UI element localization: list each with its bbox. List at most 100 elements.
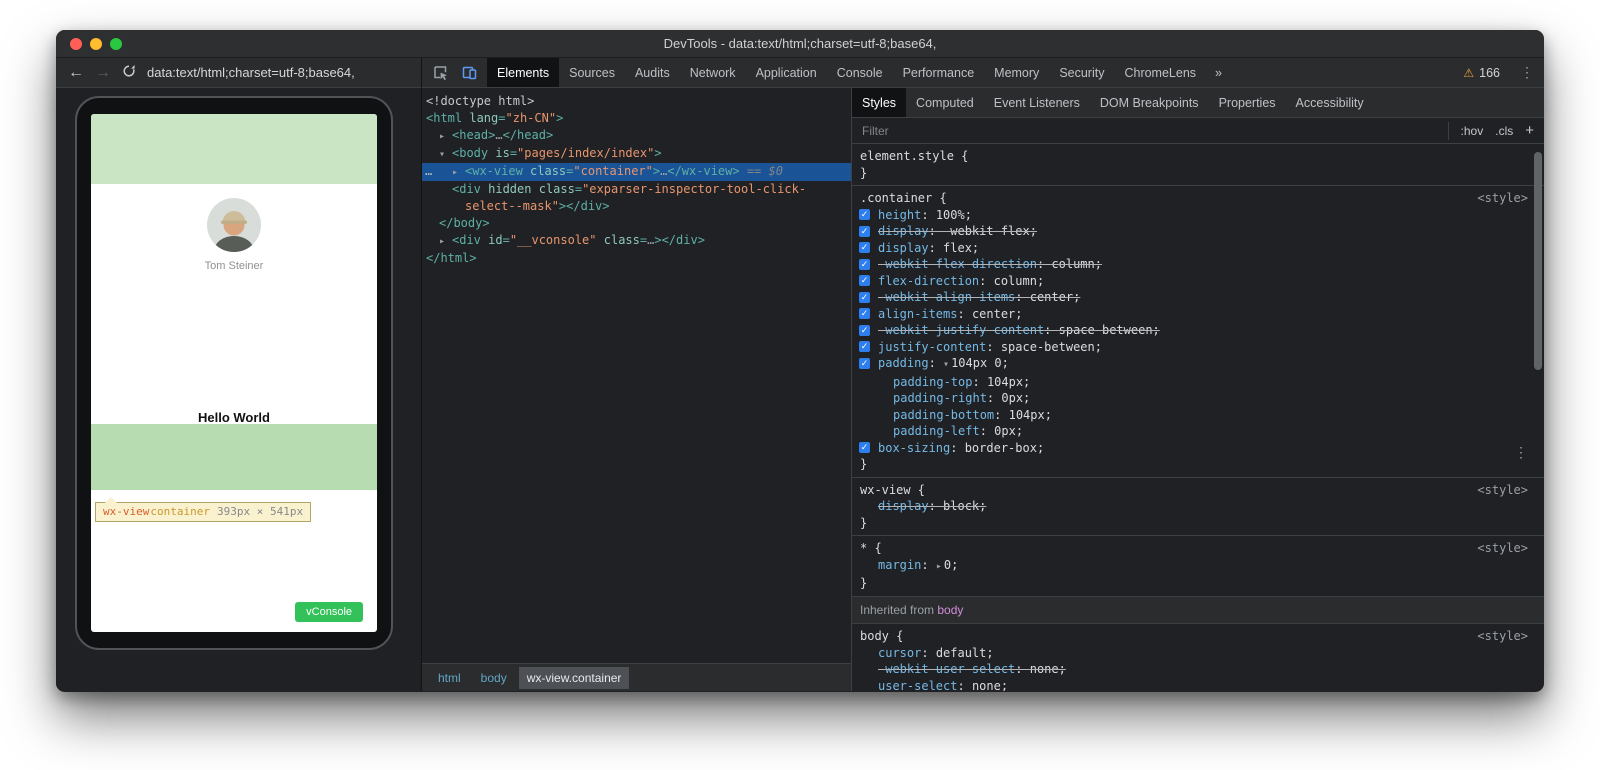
sidebar-tab-event-listeners[interactable]: Event Listeners [984,88,1090,117]
css-property[interactable]: ✓-webkit-justify-content: space-between; [852,322,1544,339]
tab-security[interactable]: Security [1049,58,1114,87]
css-property[interactable]: ✓height: 100%; [852,207,1544,224]
dom-tree-row[interactable]: ▸<div id="__vconsole" class=…></div> [422,232,851,250]
expander-closed-icon[interactable]: ▸ [439,128,452,145]
reload-icon[interactable] [122,64,136,82]
kebab-menu-icon[interactable]: ⋮ [1510,58,1544,87]
close-button[interactable] [70,38,82,50]
vconsole-button[interactable]: vConsole [295,602,363,622]
tab-performance[interactable]: Performance [893,58,985,87]
property-checkbox[interactable]: ✓ [859,259,870,270]
styles-filter-input[interactable]: Filter [862,124,1448,138]
dom-tree-row[interactable]: <html lang="zh-CN"> [422,110,851,127]
css-property[interactable]: ✓display: flex; [852,240,1544,257]
warning-badge[interactable]: ⚠ 166 [1453,58,1510,87]
expander-closed-icon[interactable]: ▸ [439,233,452,250]
css-property[interactable]: padding-bottom: 104px; [852,407,1544,424]
expander-open-icon[interactable]: ▾ [439,146,452,163]
tab-network[interactable]: Network [680,58,746,87]
css-property[interactable]: ✓align-items: center; [852,306,1544,323]
inherited-body-link[interactable]: body [937,603,963,617]
more-tabs-chevron[interactable]: » [1206,58,1231,87]
css-property[interactable]: cursor: default; [852,645,1544,662]
property-checkbox[interactable]: ✓ [859,341,870,352]
sidebar-tab-styles[interactable]: Styles [852,88,906,117]
dom-tree-row[interactable]: <div hidden class="exparser-inspector-to… [422,181,851,198]
inherited-from-header: Inherited from body [852,597,1544,625]
element-classes-toggle[interactable]: .cls [1495,124,1513,138]
css-property[interactable]: padding-right: 0px; [852,390,1544,407]
css-property[interactable]: ✓padding: ▾104px 0; [852,355,1544,374]
property-checkbox[interactable]: ✓ [859,226,870,237]
address-bar[interactable]: data:text/html;charset=utf-8;base64, [147,65,409,80]
main-tabbar-tabs: ElementsSourcesAuditsNetworkApplicationC… [487,58,1206,87]
property-checkbox[interactable]: ✓ [859,242,870,253]
property-checkbox[interactable]: ✓ [859,308,870,319]
sidebar-tab-computed[interactable]: Computed [906,88,984,117]
css-property[interactable]: user-select: none; [852,678,1544,692]
rule-selector[interactable]: element.style { [852,148,1544,165]
property-checkbox[interactable]: ✓ [859,292,870,303]
tab-memory[interactable]: Memory [984,58,1049,87]
css-property[interactable]: ✓flex-direction: column; [852,273,1544,290]
tab-application[interactable]: Application [746,58,827,87]
tab-console[interactable]: Console [827,58,893,87]
css-property[interactable]: -webkit-user-select: none; [852,661,1544,678]
inspect-icon[interactable] [427,60,453,86]
styles-scrollbar[interactable] [1534,152,1542,370]
css-property[interactable]: ✓box-sizing: border-box; [852,440,1544,457]
user-name: Tom Steiner [91,260,377,272]
css-property[interactable]: margin: ▸0; [852,557,1544,576]
rule-selector[interactable]: .container {<style> [852,190,1544,207]
css-property[interactable]: ✓display: -webkit-flex; [852,223,1544,240]
property-checkbox[interactable]: ✓ [859,275,870,286]
dom-tree-row[interactable]: ▸<head>…</head> [422,127,851,145]
css-property[interactable]: padding-left: 0px; [852,423,1544,440]
tab-chromelens[interactable]: ChromeLens [1114,58,1206,87]
rule-origin-link[interactable]: <style> [1477,540,1528,557]
new-style-rule-button[interactable]: + [1525,122,1534,139]
minimize-button[interactable] [90,38,102,50]
breadcrumb-body[interactable]: body [473,667,515,689]
rule-selector[interactable]: body {<style> [852,628,1544,645]
shorthand-expander-open-icon[interactable]: ▾ [943,359,949,370]
back-icon[interactable]: ← [68,65,84,81]
rule-origin-link[interactable]: <style> [1477,628,1528,645]
dom-tree-row-selected[interactable]: …▸<wx-view class="container">…</wx-view>… [422,163,851,181]
pseudo-state-toggle[interactable]: :hov [1461,124,1484,138]
rule-origin-link[interactable]: <style> [1477,482,1528,499]
css-property[interactable]: padding-top: 104px; [852,374,1544,391]
row-actions-ellipsis[interactable]: … [425,163,432,180]
property-checkbox[interactable]: ✓ [859,442,870,453]
property-checkbox[interactable]: ✓ [859,325,870,336]
styles-kebab-menu-icon[interactable]: ⋮ [1514,444,1528,461]
rule-origin-link[interactable]: <style> [1477,190,1528,207]
breadcrumb-wx-view-container[interactable]: wx-view.container [519,667,630,689]
property-checkbox[interactable]: ✓ [859,209,870,220]
zoom-button[interactable] [110,38,122,50]
shorthand-expander-closed-icon[interactable]: ▸ [936,561,942,572]
property-checkbox[interactable]: ✓ [859,358,870,369]
dom-tree-row[interactable]: </body> [422,215,851,232]
device-toolbar-icon[interactable] [456,60,482,86]
dom-tree-row[interactable]: ▾<body is="pages/index/index"> [422,145,851,163]
sidebar-tab-dom-breakpoints[interactable]: DOM Breakpoints [1090,88,1209,117]
css-property[interactable]: ✓justify-content: space-between; [852,339,1544,356]
tab-audits[interactable]: Audits [625,58,680,87]
rule-selector[interactable]: * {<style> [852,540,1544,557]
greeting-text: Hello World [91,410,377,425]
forward-icon[interactable]: → [95,65,111,81]
css-property[interactable]: ✓-webkit-align-items: center; [852,289,1544,306]
expander-closed-icon[interactable]: ▸ [452,164,465,181]
css-property[interactable]: display: block; [852,498,1544,515]
css-property[interactable]: ✓-webkit-flex-direction: column; [852,256,1544,273]
breadcrumb-html[interactable]: html [430,667,469,689]
sidebar-tab-accessibility[interactable]: Accessibility [1286,88,1374,117]
tab-elements[interactable]: Elements [487,58,559,87]
tab-sources[interactable]: Sources [559,58,625,87]
sidebar-tab-properties[interactable]: Properties [1209,88,1286,117]
dom-tree-row[interactable]: <!doctype html> [422,93,851,110]
rule-selector[interactable]: wx-view {<style> [852,482,1544,499]
dom-tree-row[interactable]: select--mask"></div> [422,198,851,215]
dom-tree-row[interactable]: </html> [422,250,851,267]
